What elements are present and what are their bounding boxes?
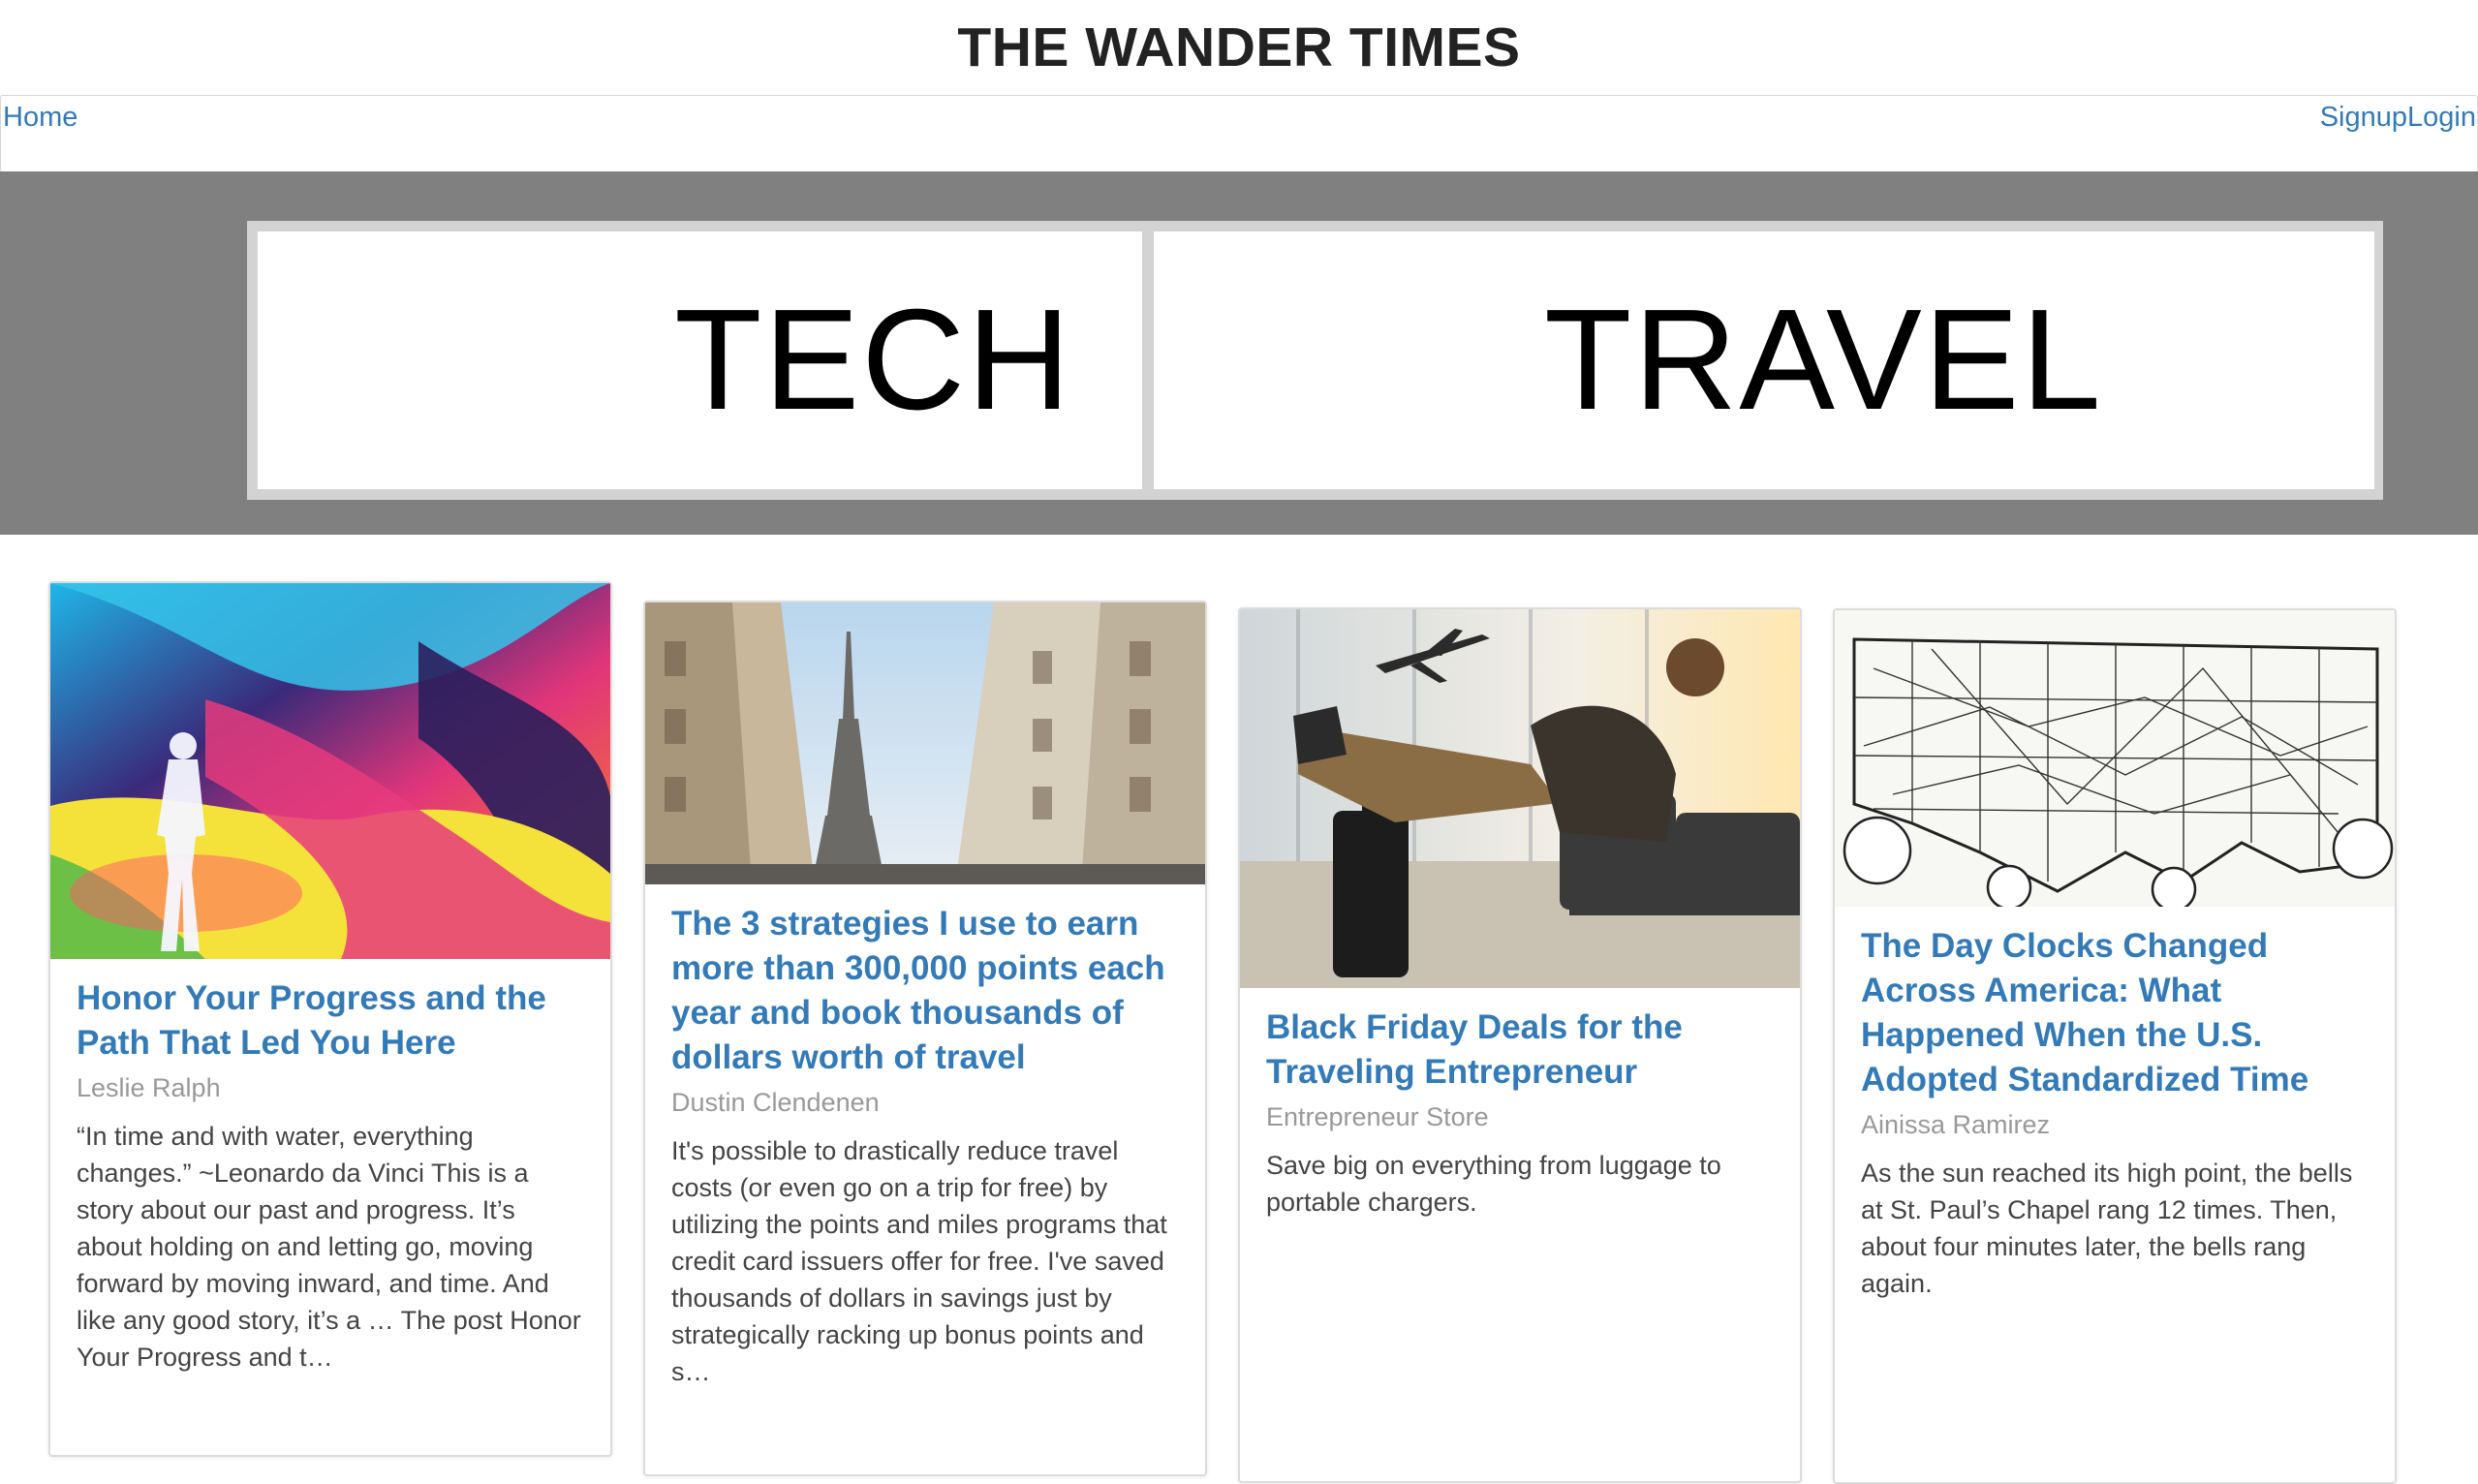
- article-title[interactable]: The 3 strategies I use to earn more than…: [671, 902, 1180, 1080]
- nav-auth-links: Signup Login: [2320, 102, 2476, 134]
- article-image-paris[interactable]: [645, 603, 1205, 884]
- article-excerpt: “In time and with water, everything chan…: [77, 1122, 581, 1372]
- article-card[interactable]: The Day Clocks Changed Across America: W…: [1833, 608, 2397, 1484]
- article-card[interactable]: The 3 strategies I use to earn more than…: [643, 601, 1207, 1476]
- site-title: THE WANDER TIMES: [957, 16, 1521, 78]
- article-image-map[interactable]: [1835, 610, 2395, 907]
- article-author: Dustin Clendenen: [671, 1088, 880, 1117]
- article-title[interactable]: The Day Clocks Changed Across America: W…: [1861, 924, 2370, 1102]
- article-author: Leslie Ralph: [77, 1073, 221, 1102]
- article-title[interactable]: Honor Your Progress and the Path That Le…: [77, 976, 585, 1066]
- navbar: [0, 95, 2478, 172]
- category-travel[interactable]: TRAVEL: [1154, 232, 2374, 489]
- nav-login-link[interactable]: Login: [2407, 102, 2476, 134]
- article-title[interactable]: Black Friday Deals for the Traveling Ent…: [1266, 1005, 1775, 1095]
- article-card[interactable]: Honor Your Progress and the Path That Le…: [48, 581, 612, 1457]
- article-image-watercolor[interactable]: [50, 583, 610, 959]
- category-tech-label: TECH: [674, 280, 1072, 440]
- category-tech[interactable]: TECH: [258, 232, 1142, 489]
- nav-home-link[interactable]: Home: [3, 102, 77, 134]
- article-excerpt: As the sun reached its high point, the b…: [1861, 1159, 2353, 1298]
- article-author: Entrepreneur Store: [1266, 1102, 1489, 1131]
- category-travel-label: TRAVEL: [1544, 280, 2103, 440]
- article-image-airport[interactable]: [1240, 609, 1800, 988]
- article-excerpt: It's possible to drastically reduce trav…: [671, 1136, 1167, 1386]
- nav-signup-link[interactable]: Signup: [2320, 102, 2407, 134]
- article-excerpt: Save big on everything from luggage to p…: [1266, 1151, 1721, 1217]
- article-author: Ainissa Ramirez: [1861, 1110, 2051, 1139]
- article-card[interactable]: Black Friday Deals for the Traveling Ent…: [1238, 607, 1802, 1483]
